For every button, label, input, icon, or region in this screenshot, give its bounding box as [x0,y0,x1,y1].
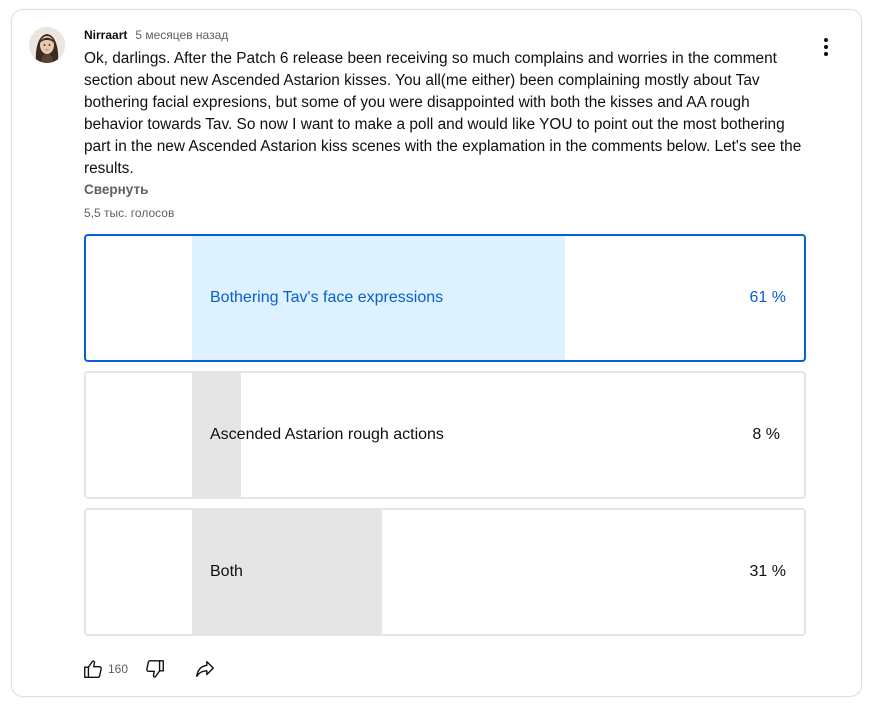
collapse-button[interactable]: Свернуть [84,181,148,199]
comment-text: Ok, darlings. After the Patch 6 release … [84,50,802,177]
poll-option-0[interactable]: Bothering Tav's face expressions 61 % [84,234,806,362]
poll-option-label: Ascended Astarion rough actions [210,426,444,443]
action-bar: 160 [80,656,218,682]
poll-option-percent: 61 % [749,289,786,306]
thumbs-down-icon[interactable] [142,656,168,682]
poll-option-percent: 31 % [749,563,786,580]
author-name[interactable]: Nirraart [84,27,127,43]
poll-option-percent: 8 % [752,426,780,443]
post-time[interactable]: 5 месяцев назад [135,27,228,43]
comment-header: Nirraart 5 месяцев назад [84,27,228,43]
like-count: 160 [108,662,129,676]
poll-option-label: Bothering Tav's face expressions [210,289,444,306]
more-vertical-icon[interactable] [812,33,840,61]
poll-option-label: Both [210,563,243,580]
poll-option-1[interactable]: Ascended Astarion rough actions 8 % [84,371,806,499]
author-avatar[interactable] [29,27,65,63]
share-icon[interactable] [192,656,218,682]
thumbs-up-icon[interactable] [80,656,106,682]
vote-count: 5,5 тыс. голосов [84,206,175,220]
poll-option-2[interactable]: Both 31 % [84,508,806,636]
